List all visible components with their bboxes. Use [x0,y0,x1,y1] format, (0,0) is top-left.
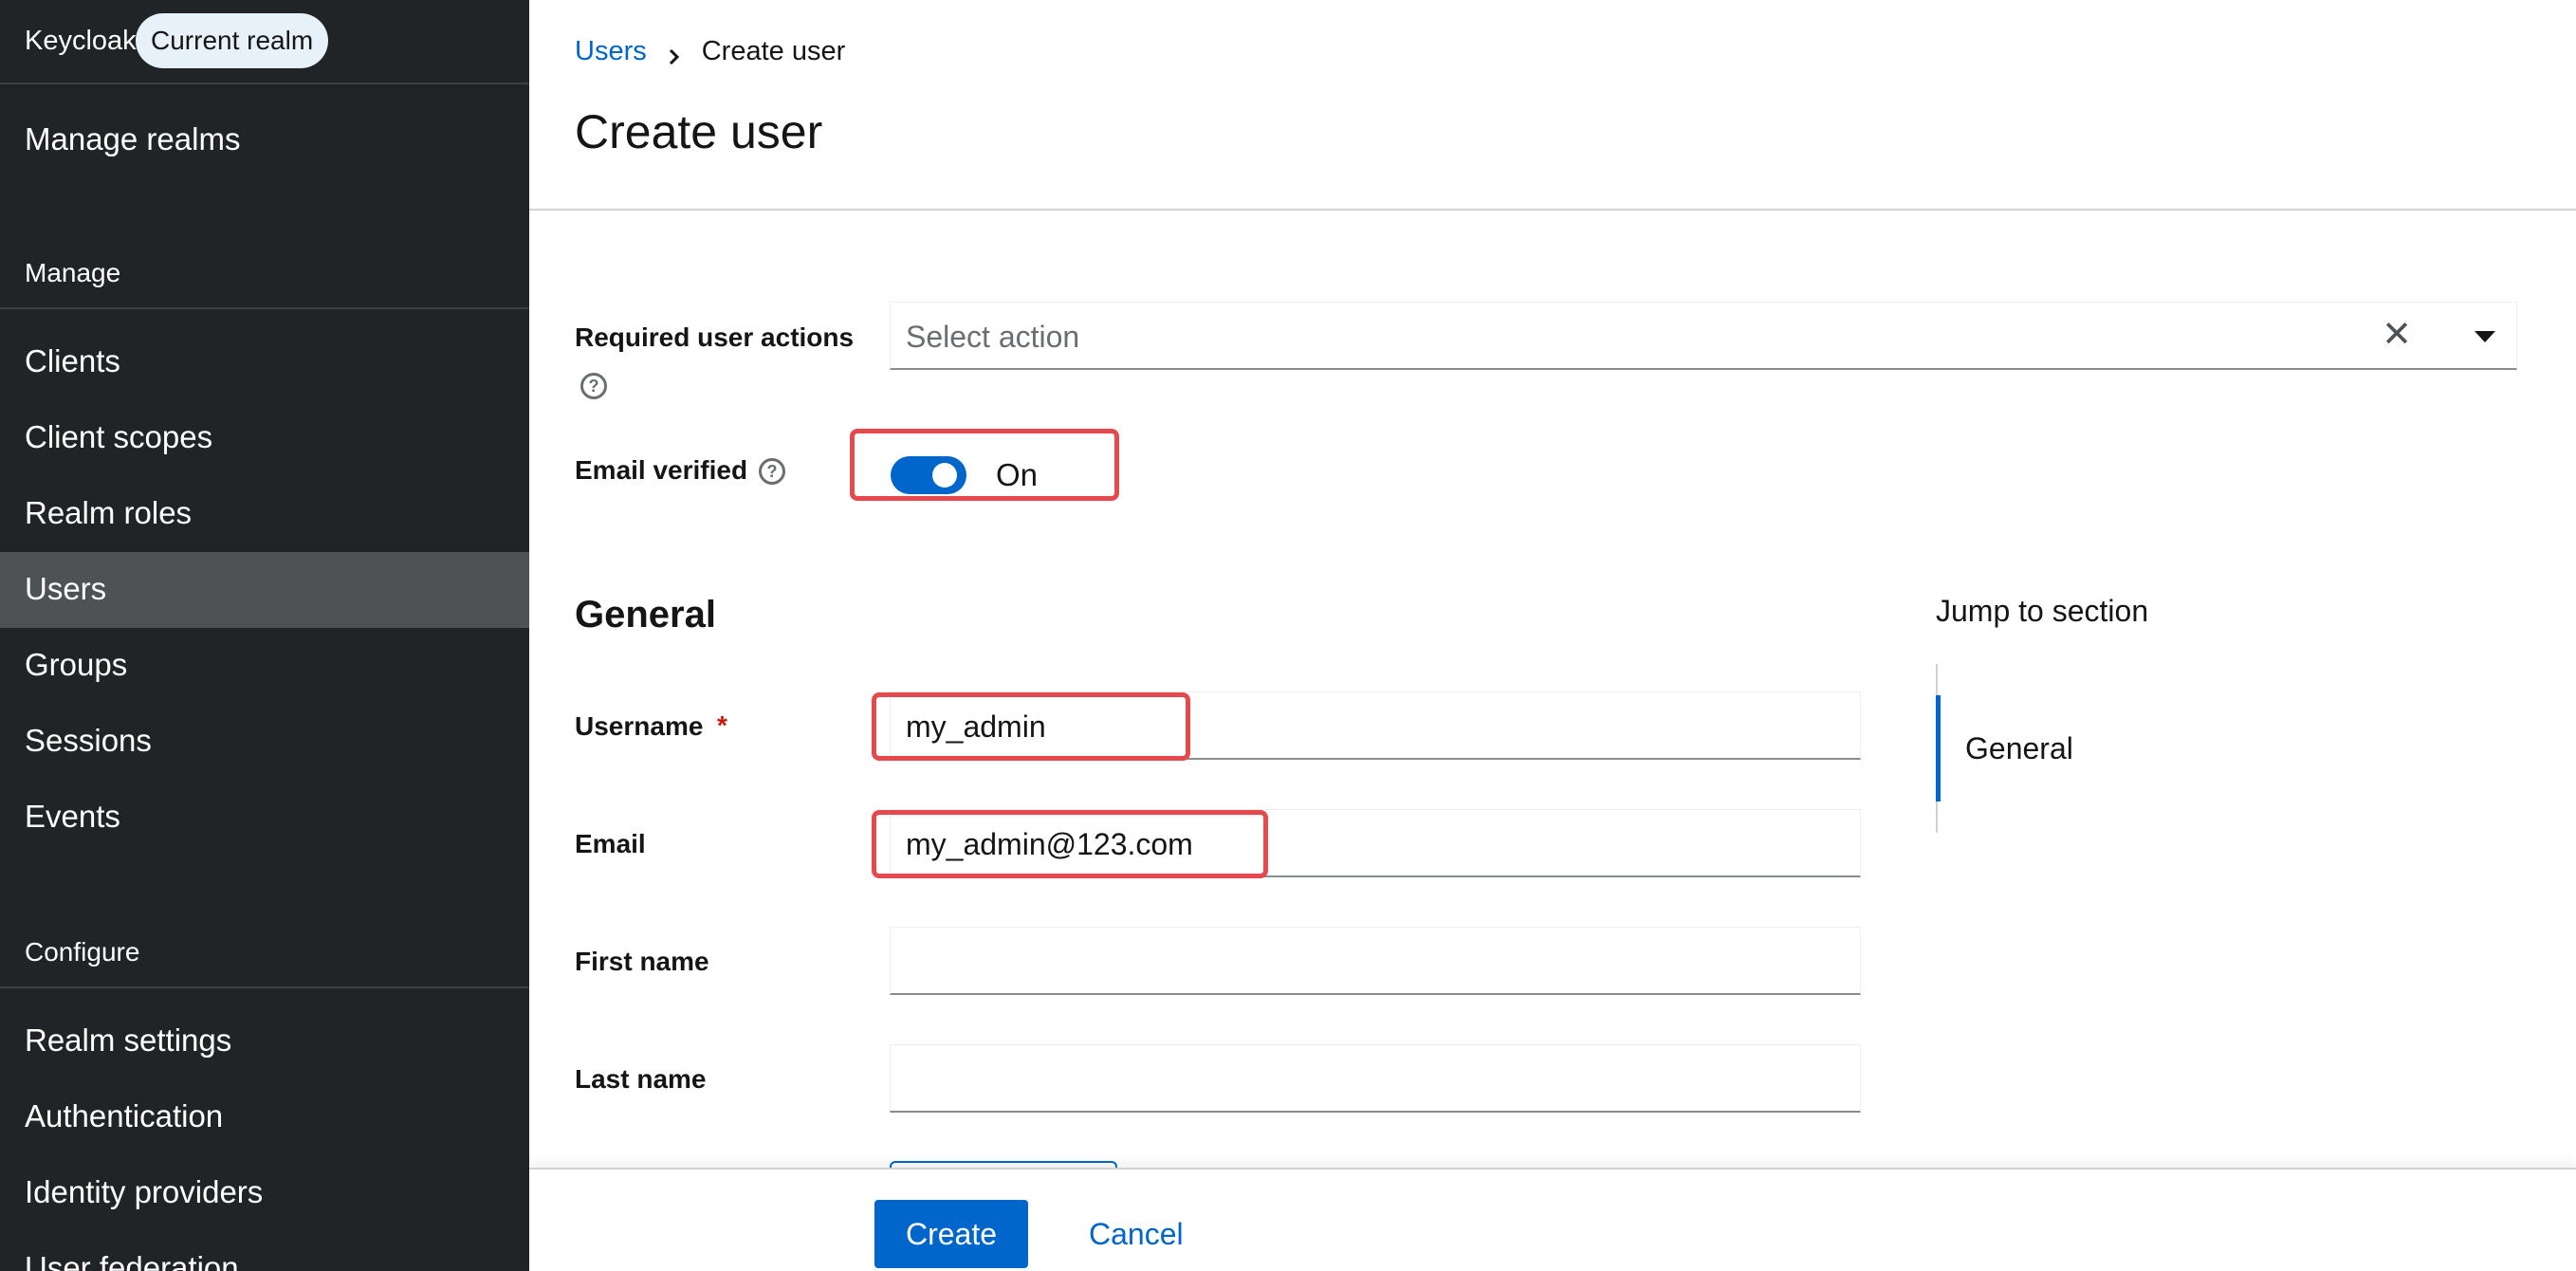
required-actions-label: Required user actions [575,322,855,352]
form-footer: Create Cancel [529,1168,2576,1271]
sidebar-item-label: Authentication [25,1098,224,1133]
first-name-field[interactable] [890,927,1861,995]
sidebar-item-authentication[interactable]: Authentication [0,1079,529,1155]
sidebar-item-label: Clients [25,343,120,378]
page-header: Users Create user Create user [529,0,2576,211]
sidebar-item-groups[interactable]: Groups [0,628,529,704]
last-name-field[interactable] [890,1044,1861,1113]
caret-down-icon[interactable] [2475,331,2495,342]
breadcrumb: Users Create user [575,36,845,67]
sidebar-item-realm-settings[interactable]: Realm settings [0,1004,529,1079]
sidebar-item-label: Users [25,571,107,606]
sidebar-item-label: Realm settings [25,1022,232,1058]
email-verified-label: Email verified [575,455,748,485]
jump-link-general[interactable]: General [1965,731,2073,766]
nav-divider [0,307,529,309]
page-title: Create user [575,105,823,158]
sidebar-item-label: Sessions [25,723,152,758]
first-name-label: First name [575,947,709,976]
highlight-box [850,429,1119,501]
sidebar-item-realm-roles[interactable]: Realm roles [0,476,529,552]
select-placeholder: Select action [906,320,1080,354]
realm-bar: Keycloak Current realm [0,0,529,84]
jump-to-section-title: Jump to section [1936,594,2149,628]
breadcrumb-users-link[interactable]: Users [575,36,647,67]
breadcrumb-current: Create user [701,36,846,66]
sidebar-item-label: Client scopes [25,419,213,454]
chevron-right-icon [668,43,681,64]
current-realm-badge[interactable]: Current realm [136,13,329,68]
highlight-box [872,810,1268,878]
sidebar-item-label: Events [25,799,120,834]
username-label: Username [575,711,704,741]
sidebar-item-label: Realm roles [25,495,193,530]
manage-realms-link[interactable]: Manage realms [25,121,240,157]
sidebar-item-client-scopes[interactable]: Client scopes [0,400,529,476]
jump-active-indicator [1936,695,1941,801]
nav-group-configure-title: Configure [25,937,140,967]
cancel-button[interactable]: Cancel [1089,1217,1184,1252]
sidebar-item-clients[interactable]: Clients [0,324,529,400]
sidebar-item-label: Groups [25,647,128,682]
sidebar-item-user-federation[interactable]: User federation [0,1231,529,1271]
required-actions-select[interactable]: Select action ✕ [890,302,2517,370]
highlight-box [872,692,1190,761]
sidebar-item-sessions[interactable]: Sessions [0,704,529,780]
sidebar-item-identity-providers[interactable]: Identity providers [0,1155,529,1231]
sidebar-item-users[interactable]: Users [0,552,529,628]
sidebar-item-label: Identity providers [25,1174,264,1209]
help-icon[interactable]: ? [759,458,785,485]
brand-label: Keycloak [25,26,137,56]
create-button[interactable]: Create [874,1200,1028,1268]
sidebar-item-label: User federation [25,1250,239,1271]
email-label: Email [575,829,646,858]
nav-divider [0,986,529,988]
app-root: Keycloak Current realm Manage realms Man… [0,0,2576,1271]
main-content: Users Create user Create user Required u… [529,0,2576,1271]
nav-group-manage-title: Manage [25,258,121,287]
sidebar: Keycloak Current realm Manage realms Man… [0,0,529,1271]
sidebar-item-events[interactable]: Events [0,780,529,856]
last-name-label: Last name [575,1064,707,1094]
help-icon[interactable]: ? [580,373,607,399]
clear-icon[interactable]: ✕ [2382,316,2412,354]
required-indicator: * [717,710,727,740]
section-title-general: General [575,594,716,636]
